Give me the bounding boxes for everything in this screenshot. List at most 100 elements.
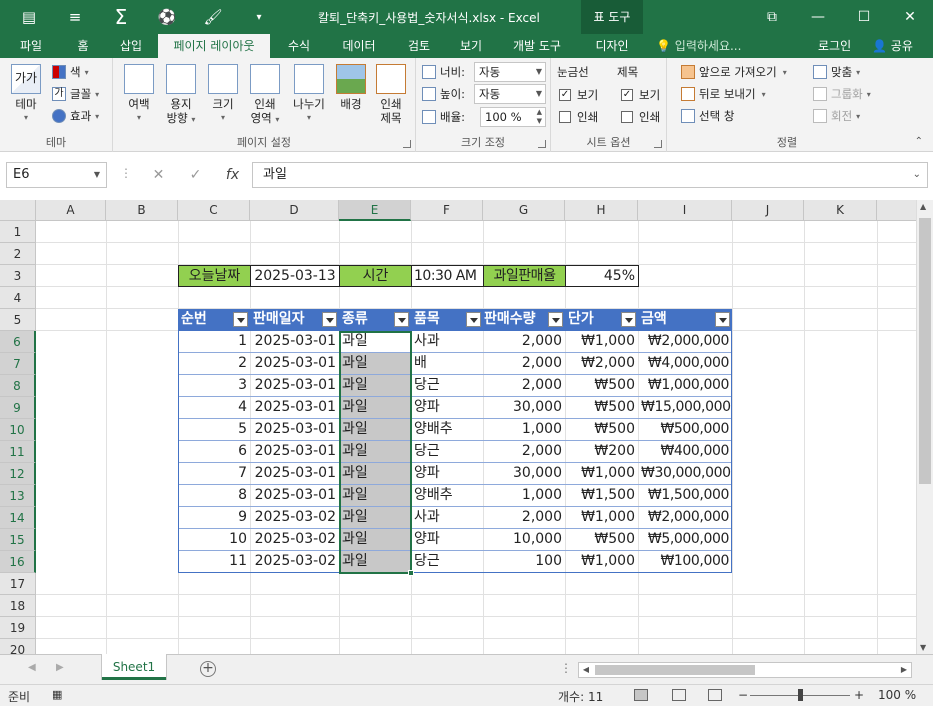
time-label-cell[interactable]: 시간 — [339, 265, 412, 287]
column-header-g[interactable]: G — [483, 200, 565, 221]
date-cell[interactable]: 2025-03-01 — [250, 397, 339, 419]
row-header[interactable]: 5 — [0, 309, 36, 331]
type-cell[interactable]: 과일 — [339, 397, 411, 419]
column-header-j[interactable]: J — [732, 200, 804, 221]
maximize-button[interactable]: ☐ — [841, 0, 887, 34]
gridlines-print-checkbox[interactable]: 인쇄 — [559, 108, 598, 126]
item-cell[interactable]: 양파 — [411, 397, 483, 419]
align-button[interactable]: 맞춤 ▾ — [813, 62, 860, 82]
price-cell[interactable]: ₩1,000 — [565, 463, 638, 485]
row-header[interactable]: 8 — [0, 375, 36, 397]
amount-cell[interactable]: ₩15,000,000 — [638, 397, 732, 419]
scroll-up-icon[interactable]: ▲ — [920, 202, 926, 211]
amount-cell[interactable]: ₩5,000,000 — [638, 529, 732, 551]
sheet-options-launcher-icon[interactable] — [654, 140, 662, 148]
tab-design[interactable]: 디자인 — [582, 34, 642, 58]
background-button[interactable]: 배경 — [333, 64, 369, 111]
date-cell[interactable]: 2025-03-02 — [250, 529, 339, 551]
row-header[interactable]: 20 — [0, 639, 36, 654]
enter-icon[interactable]: ✓ — [177, 167, 214, 183]
amount-cell[interactable]: ₩100,000 — [638, 551, 732, 573]
close-button[interactable]: ✕ — [887, 0, 933, 34]
row-header[interactable]: 14 — [0, 507, 36, 529]
tab-file[interactable]: 파일 — [6, 34, 56, 58]
breaks-button[interactable]: 나누기 ▾ — [289, 64, 329, 125]
seq-cell[interactable]: 5 — [178, 419, 250, 441]
zoom-in-icon[interactable]: + — [854, 688, 864, 702]
ratio-value-cell[interactable]: 45% — [565, 265, 639, 287]
row-header[interactable]: 4 — [0, 287, 36, 309]
tab-split-handle-icon[interactable]: ⋮ — [560, 661, 572, 675]
item-cell[interactable]: 배 — [411, 353, 483, 375]
date-cell[interactable]: 2025-03-01 — [250, 375, 339, 397]
price-cell[interactable]: ₩1,000 — [565, 507, 638, 529]
tab-home[interactable]: 홈 — [60, 34, 106, 58]
seq-cell[interactable]: 4 — [178, 397, 250, 419]
themes-button[interactable]: 가가 테마 ▾ — [8, 64, 44, 125]
theme-fonts-button[interactable]: 가 글꼴 ▾ — [52, 84, 99, 104]
print-area-button[interactable]: 인쇄 영역 ▾ — [245, 64, 285, 127]
row-header[interactable]: 2 — [0, 243, 36, 265]
price-cell[interactable]: ₩500 — [565, 419, 638, 441]
qty-cell[interactable]: 30,000 — [483, 463, 565, 485]
minimize-button[interactable]: — — [795, 0, 841, 34]
theme-colors-button[interactable]: 색 ▾ — [52, 62, 89, 82]
gridlines-view-checkbox[interactable]: ✓ 보기 — [559, 86, 598, 104]
amount-cell[interactable]: ₩500,000 — [638, 419, 732, 441]
filter-dropdown-icon[interactable] — [548, 312, 563, 327]
amount-cell[interactable]: ₩1,000,000 — [638, 375, 732, 397]
insert-function-icon[interactable]: fx — [214, 167, 251, 183]
date-cell[interactable]: 2025-03-01 — [250, 331, 339, 353]
price-cell[interactable]: ₩1,000 — [565, 551, 638, 573]
scale-spinner[interactable]: 100 % ▲ ▼ — [480, 107, 546, 127]
qty-cell[interactable]: 2,000 — [483, 507, 565, 529]
vertical-scroll-thumb[interactable] — [919, 218, 931, 484]
amount-cell[interactable]: ₩2,000,000 — [638, 507, 732, 529]
table-header-cell[interactable]: 종류 — [339, 309, 411, 331]
page-layout-view-icon[interactable] — [672, 689, 686, 701]
item-cell[interactable]: 당근 — [411, 441, 483, 463]
item-cell[interactable]: 사과 — [411, 331, 483, 353]
width-select[interactable]: 자동 ▼ — [474, 62, 546, 82]
row-header[interactable]: 15 — [0, 529, 36, 551]
row-header[interactable]: 12 — [0, 463, 36, 485]
add-sheet-icon[interactable]: + — [200, 661, 216, 677]
tab-view[interactable]: 보기 — [448, 34, 494, 58]
table-header-cell[interactable]: 단가 — [565, 309, 638, 331]
date-cell[interactable]: 2025-03-02 — [250, 551, 339, 573]
row-header[interactable]: 7 — [0, 353, 36, 375]
headings-view-checkbox[interactable]: ✓ 보기 — [621, 86, 660, 104]
type-cell[interactable]: 과일 — [339, 463, 411, 485]
height-select[interactable]: 자동 ▼ — [474, 84, 546, 104]
filter-dropdown-icon[interactable] — [466, 312, 481, 327]
size-button[interactable]: 크기 ▾ — [205, 64, 241, 125]
selection-pane-button[interactable]: 선택 창 — [681, 106, 734, 126]
today-value-cell[interactable]: 2025-03-13 — [250, 265, 340, 287]
table-header-cell[interactable]: 금액 — [638, 309, 732, 331]
column-header-c[interactable]: C — [178, 200, 250, 221]
tab-developer[interactable]: 개발 도구 — [502, 34, 572, 58]
expand-formula-icon[interactable]: ⌄ — [913, 163, 921, 187]
type-cell[interactable]: 과일 — [339, 441, 411, 463]
tab-formulas[interactable]: 수식 — [276, 34, 322, 58]
formula-input[interactable]: 과일 ⌄ — [252, 162, 928, 188]
zoom-slider-thumb[interactable] — [798, 689, 803, 701]
column-header-i[interactable]: I — [638, 200, 732, 221]
qty-cell[interactable]: 2,000 — [483, 375, 565, 397]
amount-cell[interactable]: ₩4,000,000 — [638, 353, 732, 375]
table-header-cell[interactable]: 순번 — [178, 309, 250, 331]
tab-insert[interactable]: 삽입 — [108, 34, 154, 58]
ball-icon[interactable]: ⚽ — [144, 0, 190, 34]
type-cell[interactable]: 과일 — [339, 507, 411, 529]
send-backward-button[interactable]: 뒤로 보내기 ▾ — [681, 84, 766, 104]
date-cell[interactable]: 2025-03-01 — [250, 353, 339, 375]
macro-record-icon[interactable]: ▦ — [52, 688, 62, 701]
column-header-f[interactable]: F — [411, 200, 483, 221]
table-header-cell[interactable]: 품목 — [411, 309, 483, 331]
more-options-icon[interactable]: ⋮ — [120, 166, 132, 180]
scale-launcher-icon[interactable] — [538, 140, 546, 148]
zoom-out-icon[interactable]: − — [738, 688, 748, 702]
row-header[interactable]: 19 — [0, 617, 36, 639]
price-cell[interactable]: ₩500 — [565, 529, 638, 551]
type-cell[interactable]: 과일 — [339, 331, 411, 353]
